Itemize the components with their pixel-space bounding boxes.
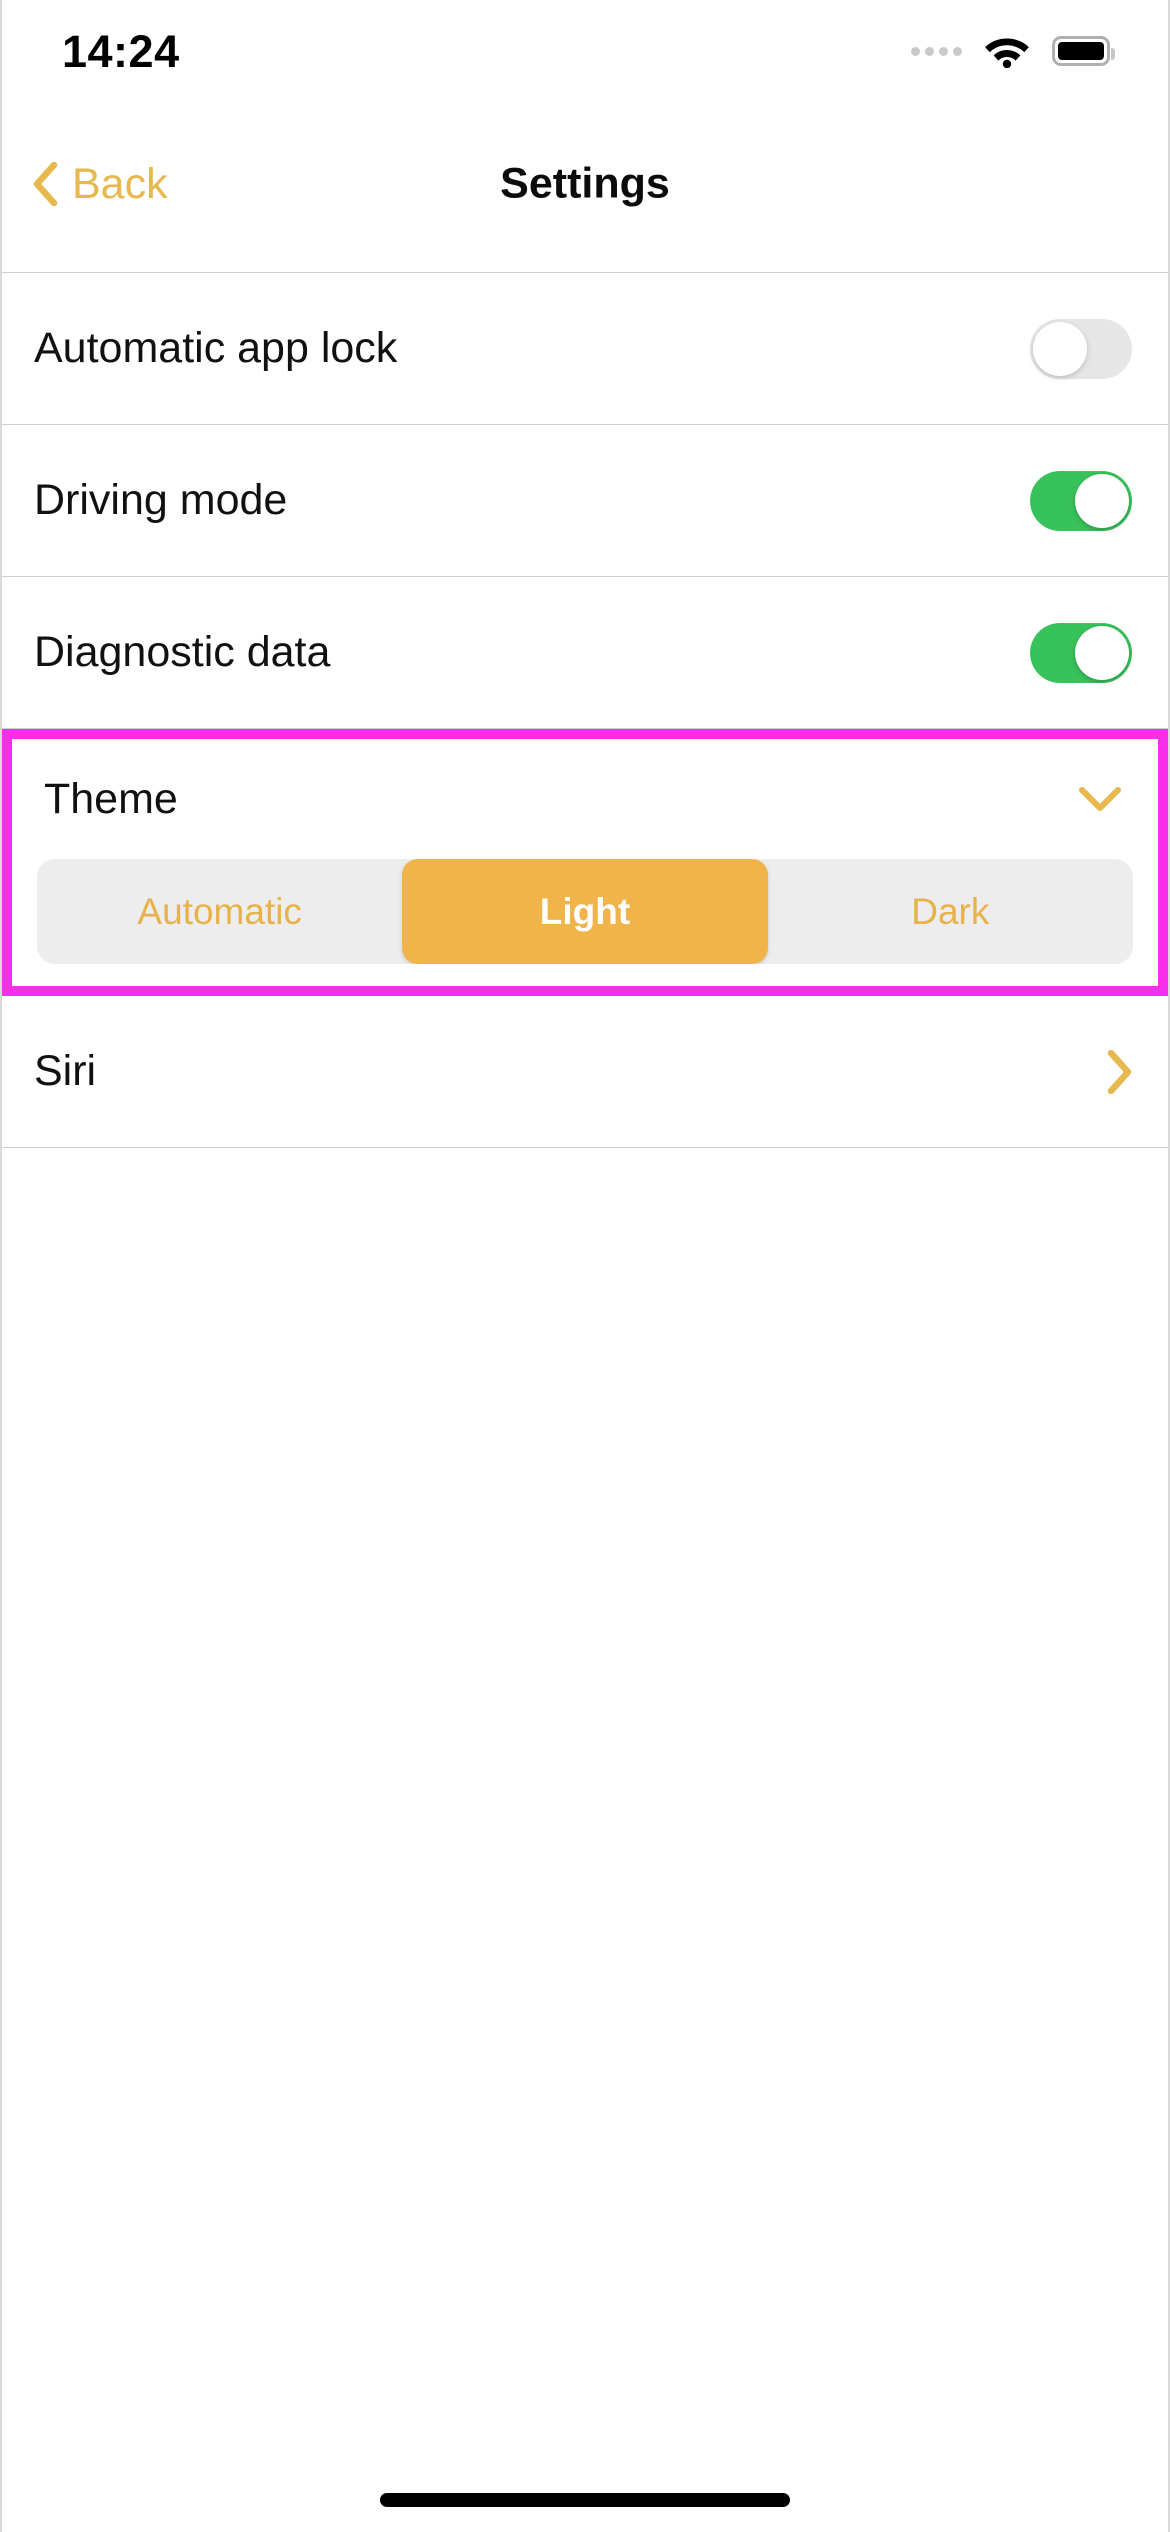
settings-row-driving-mode[interactable]: Driving mode — [2, 425, 1168, 577]
theme-segmented-control[interactable]: Automatic Light Dark — [37, 859, 1133, 964]
signal-dots-icon — [911, 46, 962, 56]
status-bar: 14:24 — [2, 0, 1168, 96]
theme-option-light[interactable]: Light — [402, 859, 768, 964]
theme-section-highlight: Theme Automatic Light Dark — [2, 729, 1168, 996]
settings-list: Automatic app lock Driving mode Diagnost… — [2, 273, 1168, 2428]
phone-screen: 14:24 Back Settings Automatic app lock D… — [0, 0, 1170, 2532]
theme-option-dark[interactable]: Dark — [768, 859, 1133, 964]
theme-option-label: Light — [539, 890, 631, 932]
toggle-driving-mode[interactable] — [1030, 470, 1132, 531]
settings-row-siri[interactable]: Siri — [2, 996, 1168, 1148]
theme-option-label: Automatic — [137, 890, 302, 932]
battery-full-icon — [1052, 36, 1115, 66]
theme-option-automatic[interactable]: Automatic — [37, 859, 402, 964]
toggle-knob — [1075, 625, 1129, 680]
row-label: Theme — [44, 774, 178, 823]
navigation-bar: Back Settings — [2, 96, 1168, 273]
settings-row-diagnostic-data[interactable]: Diagnostic data — [2, 577, 1168, 729]
settings-row-theme[interactable]: Theme — [12, 739, 1158, 859]
home-indicator[interactable] — [380, 2493, 790, 2507]
theme-option-label: Dark — [911, 890, 990, 932]
row-label: Automatic app lock — [34, 324, 398, 372]
status-bar-indicators — [911, 28, 1115, 68]
theme-options-wrap: Automatic Light Dark — [12, 859, 1158, 986]
row-label: Diagnostic data — [34, 628, 331, 676]
toggle-diagnostic-data[interactable] — [1030, 622, 1132, 683]
row-label: Driving mode — [34, 476, 288, 524]
status-bar-clock: 14:24 — [62, 25, 180, 77]
toggle-automatic-app-lock[interactable] — [1030, 318, 1132, 379]
empty-content-area — [2, 1148, 1168, 2428]
chevron-right-icon[interactable] — [1106, 1049, 1132, 1094]
page-title: Settings — [500, 159, 670, 208]
row-label: Siri — [34, 1047, 97, 1095]
chevron-down-icon[interactable] — [1078, 785, 1122, 813]
settings-row-automatic-app-lock[interactable]: Automatic app lock — [2, 273, 1168, 425]
toggle-knob — [1075, 473, 1129, 528]
toggle-knob — [1033, 321, 1087, 376]
wifi-icon — [985, 38, 1029, 68]
